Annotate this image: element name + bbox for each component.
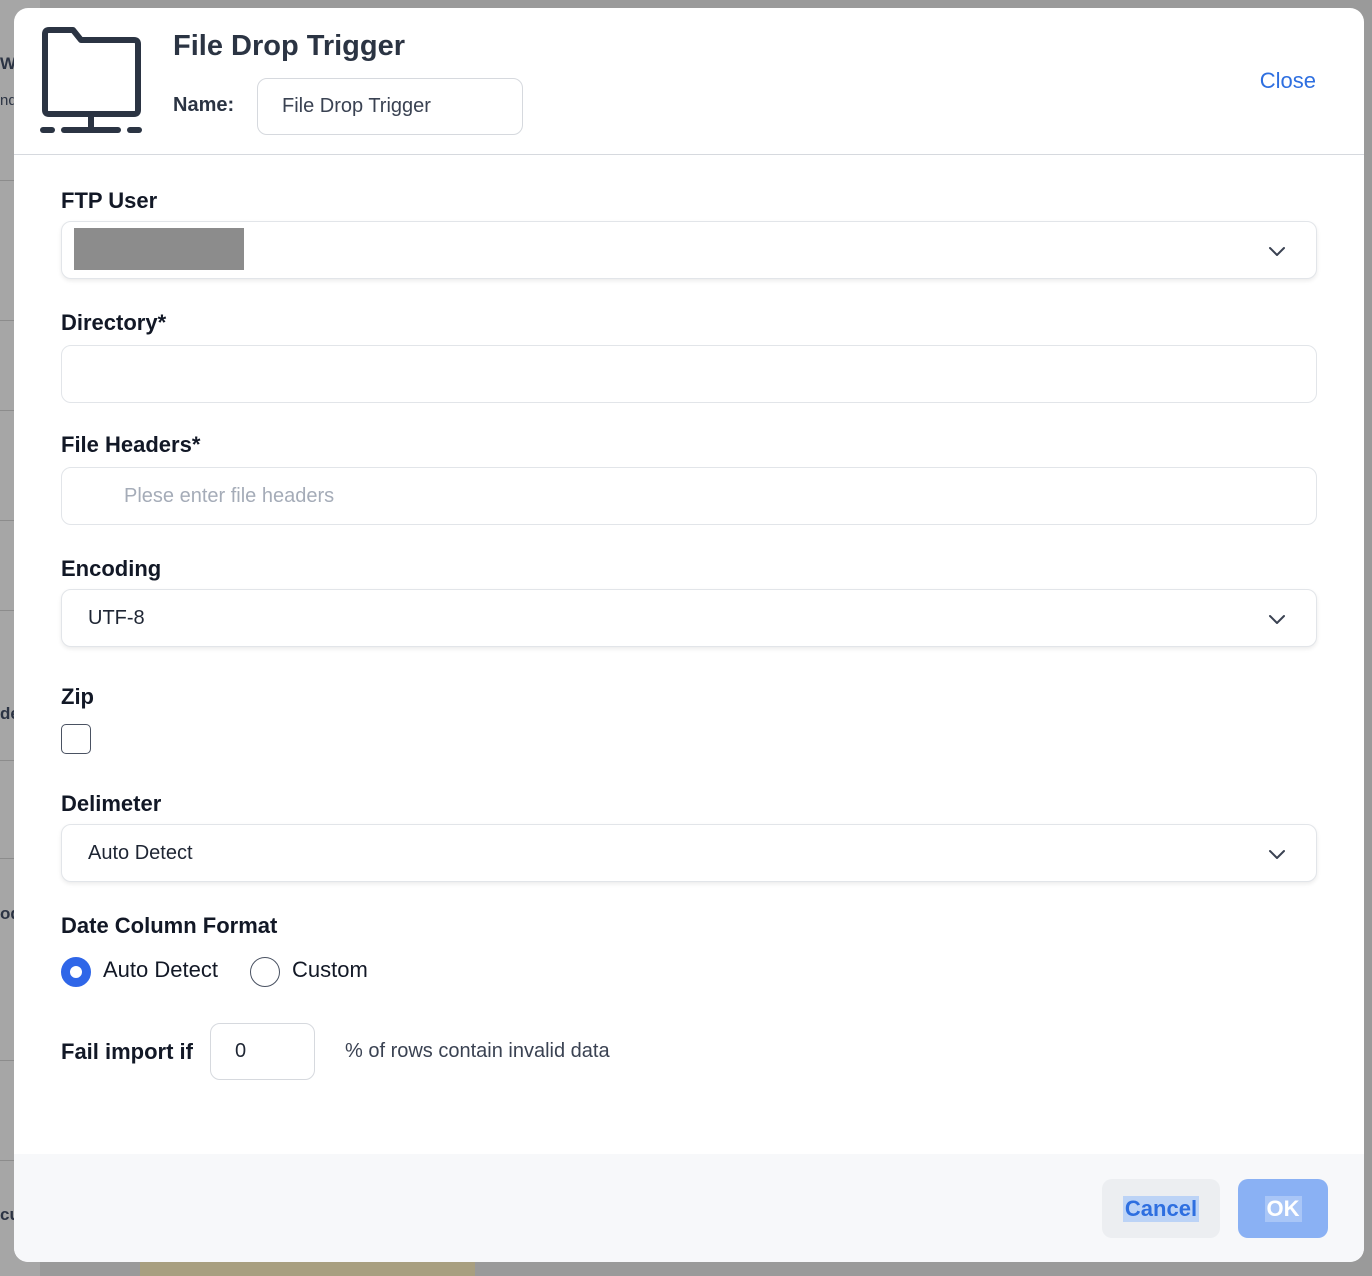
- background-divider: [0, 858, 14, 859]
- background-panel: [140, 1262, 475, 1276]
- chevron-down-icon: [1269, 850, 1285, 859]
- delimeter-select[interactable]: Auto Detect: [61, 824, 1317, 882]
- chevron-down-icon: [1269, 615, 1285, 624]
- file-headers-input[interactable]: [61, 467, 1317, 525]
- background-divider: [0, 520, 14, 521]
- zip-label: Zip: [61, 684, 94, 709]
- file-headers-label: File Headers*: [61, 432, 201, 457]
- cancel-button[interactable]: Cancel: [1102, 1179, 1220, 1238]
- date-column-format-label: Date Column Format: [61, 913, 278, 938]
- auto-detect-radio-label[interactable]: Auto Detect: [103, 957, 218, 983]
- redacted-value: [74, 228, 244, 270]
- custom-radio-label[interactable]: Custom: [292, 957, 368, 983]
- delimeter-value: Auto Detect: [88, 842, 193, 864]
- dialog-header: File Drop Trigger Name: Close: [14, 8, 1364, 155]
- close-button[interactable]: Close: [1260, 68, 1316, 94]
- ok-button-label: OK: [1264, 1195, 1302, 1222]
- name-input[interactable]: [257, 78, 523, 135]
- directory-input[interactable]: [61, 345, 1317, 403]
- background-divider: [0, 410, 14, 411]
- fail-import-suffix: % of rows contain invalid data: [345, 1040, 610, 1062]
- name-label: Name:: [173, 94, 235, 116]
- background-divider: [0, 1060, 14, 1061]
- invalid-percent-input[interactable]: [210, 1023, 315, 1080]
- fail-import-label: Fail import if: [61, 1039, 193, 1064]
- file-drop-trigger-dialog: File Drop Trigger Name: Close FTP User D…: [14, 8, 1364, 1262]
- custom-radio[interactable]: [250, 957, 280, 987]
- auto-detect-radio[interactable]: [61, 957, 91, 987]
- encoding-label: Encoding: [61, 556, 162, 581]
- dialog-title: File Drop Trigger: [173, 30, 406, 62]
- ok-button[interactable]: OK: [1238, 1179, 1328, 1238]
- zip-checkbox[interactable]: [61, 724, 91, 754]
- cancel-button-label: Cancel: [1122, 1195, 1200, 1222]
- chevron-down-icon: [1269, 247, 1285, 256]
- folder-network-icon: [40, 27, 142, 133]
- delimeter-label: Delimeter: [61, 791, 162, 816]
- directory-label: Directory*: [61, 310, 167, 335]
- ftp-user-select[interactable]: [61, 221, 1317, 279]
- encoding-value: UTF-8: [88, 607, 145, 629]
- background-divider: [0, 760, 14, 761]
- encoding-select[interactable]: UTF-8: [61, 589, 1317, 647]
- ftp-user-label: FTP User: [61, 188, 158, 213]
- background-divider: [0, 320, 14, 321]
- background-divider: [0, 180, 14, 181]
- background-divider: [0, 1160, 14, 1161]
- background-divider: [0, 610, 14, 611]
